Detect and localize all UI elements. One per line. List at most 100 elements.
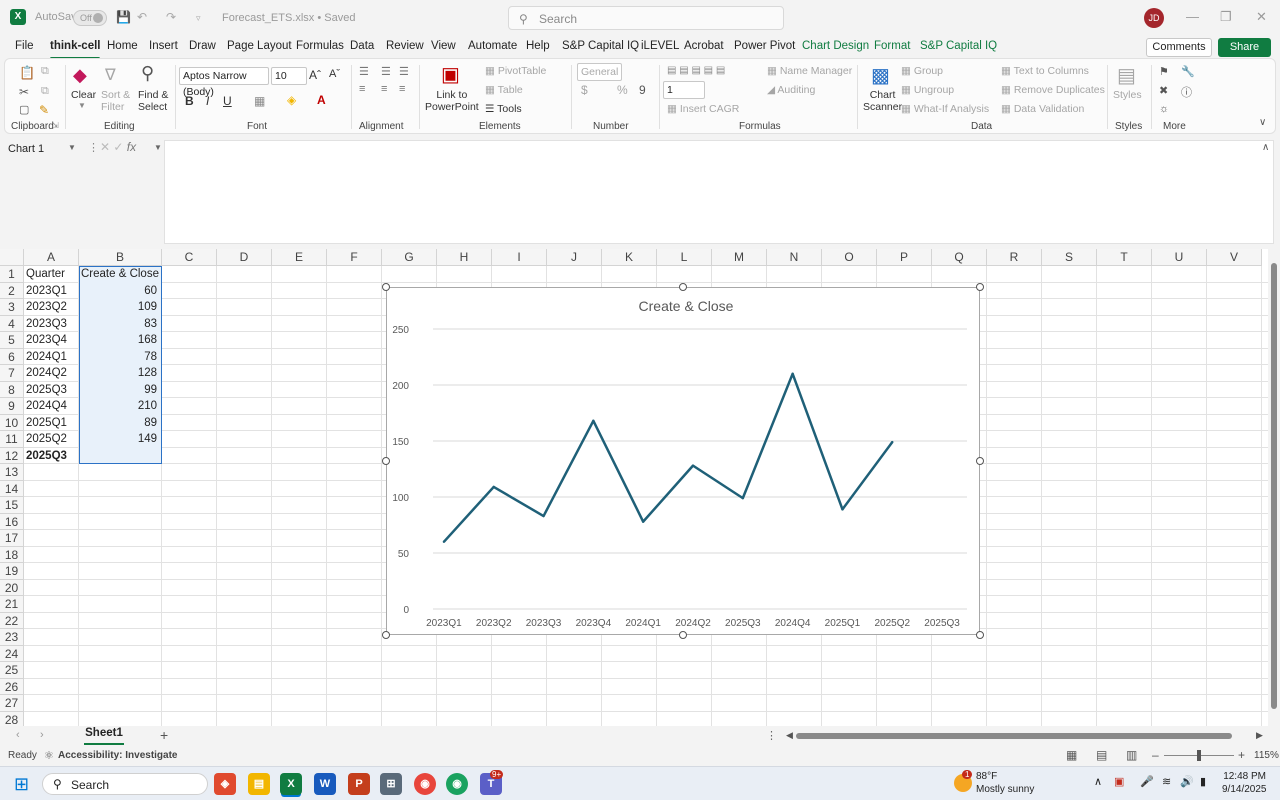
cell-B2[interactable]: 60: [79, 283, 157, 299]
fx-dropdown-icon[interactable]: ▼: [154, 143, 162, 152]
align-center-icon[interactable]: ≡: [381, 83, 387, 95]
redo-icon[interactable]: ↷: [166, 10, 176, 24]
increase-font-icon[interactable]: Aˆ: [309, 68, 321, 82]
page-break-view-icon[interactable]: ▥: [1126, 748, 1137, 762]
currency-icon[interactable]: $: [581, 83, 588, 97]
chart-resize-handle[interactable]: [976, 631, 984, 639]
chrome-icon[interactable]: ◉: [414, 773, 436, 795]
row-header-14[interactable]: 14: [0, 480, 24, 497]
tab-format[interactable]: Format: [874, 40, 910, 52]
paste-icon[interactable]: 📋: [19, 65, 35, 81]
cell-B10[interactable]: 89: [79, 415, 157, 431]
bold-icon[interactable]: B: [185, 94, 194, 108]
sort-filter-icon[interactable]: ∇: [105, 65, 116, 85]
tray-chevron-icon[interactable]: ∧: [1094, 775, 1102, 788]
row-header-20[interactable]: 20: [0, 579, 24, 596]
row-header-10[interactable]: 10: [0, 414, 24, 431]
tab-review[interactable]: Review: [386, 40, 424, 52]
chart-scanner-button[interactable]: Chart Scanner: [863, 89, 902, 113]
wrench-icon[interactable]: 🔧: [1181, 65, 1195, 78]
row-header-3[interactable]: 3: [0, 299, 24, 316]
flag-icon[interactable]: ⚑: [1159, 65, 1169, 78]
tab-insert[interactable]: Insert: [149, 40, 178, 52]
tab-think-cell[interactable]: think-cell: [50, 40, 101, 60]
chart-resize-handle[interactable]: [382, 283, 390, 291]
decrease-font-icon[interactable]: Aˇ: [329, 68, 340, 80]
page-layout-view-icon[interactable]: ▤: [1096, 748, 1107, 762]
cell-A12[interactable]: 2025Q3: [26, 448, 78, 464]
tab-automate[interactable]: Automate: [468, 40, 517, 52]
more-icon[interactable]: ⋮: [88, 141, 99, 154]
clear-dropdown-icon[interactable]: ▼: [78, 101, 86, 110]
vertical-scroll-thumb[interactable]: [1271, 263, 1277, 709]
italic-icon[interactable]: I: [206, 94, 209, 108]
cell-A11[interactable]: 2025Q2: [26, 431, 78, 447]
comments-button[interactable]: Comments: [1146, 38, 1212, 57]
cell-A2[interactable]: 2023Q1: [26, 283, 78, 299]
row-header-23[interactable]: 23: [0, 629, 24, 646]
weather-desc[interactable]: Mostly sunny: [976, 784, 1034, 795]
cell-B6[interactable]: 78: [79, 349, 157, 365]
cell-B9[interactable]: 210: [79, 398, 157, 414]
cell-A8[interactable]: 2025Q3: [26, 382, 78, 398]
column-header-B[interactable]: B: [79, 249, 162, 266]
cell-B7[interactable]: 128: [79, 365, 157, 381]
close-x-icon[interactable]: ✖: [1159, 84, 1168, 97]
chart-resize-handle[interactable]: [976, 457, 984, 465]
next-sheet-icon[interactable]: ›: [40, 729, 44, 741]
row-header-15[interactable]: 15: [0, 497, 24, 514]
file-explorer-icon[interactable]: ▤: [248, 773, 270, 795]
tab-view[interactable]: View: [431, 40, 456, 52]
row-header-4[interactable]: 4: [0, 315, 24, 332]
horizontal-scroll-thumb[interactable]: [796, 733, 1232, 739]
browser-icon[interactable]: ◉: [446, 773, 468, 795]
calculator-icon[interactable]: ⊞: [380, 773, 402, 795]
weather-temp[interactable]: 88°F: [976, 771, 997, 782]
cell-A4[interactable]: 2023Q3: [26, 316, 78, 332]
column-header-N[interactable]: N: [767, 249, 822, 266]
column-header-K[interactable]: K: [602, 249, 657, 266]
row-header-1[interactable]: 1: [0, 266, 24, 283]
autosave-toggle[interactable]: Off: [73, 10, 107, 26]
cell-A10[interactable]: 2025Q1: [26, 415, 78, 431]
column-header-F[interactable]: F: [327, 249, 382, 266]
number-format-select[interactable]: General: [577, 63, 622, 81]
align-right-icon[interactable]: ≡: [399, 83, 405, 95]
tab-help[interactable]: Help: [526, 40, 550, 52]
tab-data[interactable]: Data: [350, 40, 374, 52]
tab-ilevel[interactable]: iLEVEL: [641, 40, 679, 52]
column-header-M[interactable]: M: [712, 249, 767, 266]
volume-icon[interactable]: 🔊: [1180, 775, 1194, 788]
cut-icon[interactable]: ✂: [19, 85, 29, 99]
align-left-icon[interactable]: ≡: [359, 83, 365, 95]
styles-button[interactable]: Styles: [1113, 89, 1142, 101]
row-header-12[interactable]: 12: [0, 447, 24, 464]
cell-B11[interactable]: 149: [79, 431, 157, 447]
tab-page-layout[interactable]: Page Layout: [227, 40, 292, 52]
cell-B5[interactable]: 168: [79, 332, 157, 348]
search-box[interactable]: ⚲ Search: [508, 6, 784, 30]
cell-B4[interactable]: 83: [79, 316, 157, 332]
clock-time[interactable]: 12:48 PM: [1222, 771, 1266, 782]
add-sheet-icon[interactable]: +: [160, 727, 168, 743]
scroll-left-icon[interactable]: ◀: [786, 730, 793, 741]
wifi-icon[interactable]: ≋: [1162, 775, 1171, 788]
fx-icon[interactable]: ✕ ✓ fx: [100, 140, 136, 154]
name-box-dropdown-icon[interactable]: ▼: [68, 143, 76, 152]
powerpoint-taskbar-icon[interactable]: P: [348, 773, 370, 795]
row-header-26[interactable]: 26: [0, 678, 24, 695]
cell-A6[interactable]: 2024Q1: [26, 349, 78, 365]
chart-resize-handle[interactable]: [679, 631, 687, 639]
tab-formulas[interactable]: Formulas: [296, 40, 344, 52]
column-header-C[interactable]: C: [162, 249, 217, 266]
chart-scanner-icon[interactable]: ▩: [871, 63, 890, 88]
line-chart[interactable]: Create & Close 0 50 100 150 200 250 2023Q1 2023Q…: [386, 287, 980, 635]
column-header-J[interactable]: J: [547, 249, 602, 266]
accessibility-status[interactable]: Accessibility: Investigate: [58, 750, 178, 761]
avatar[interactable]: JD: [1144, 8, 1164, 28]
microphone-icon[interactable]: 🎤: [1140, 775, 1154, 788]
decimals-select[interactable]: 1: [663, 81, 705, 99]
customize-qat-icon[interactable]: ▿: [196, 13, 201, 24]
row-header-27[interactable]: 27: [0, 695, 24, 712]
cell-A3[interactable]: 2023Q2: [26, 299, 78, 315]
